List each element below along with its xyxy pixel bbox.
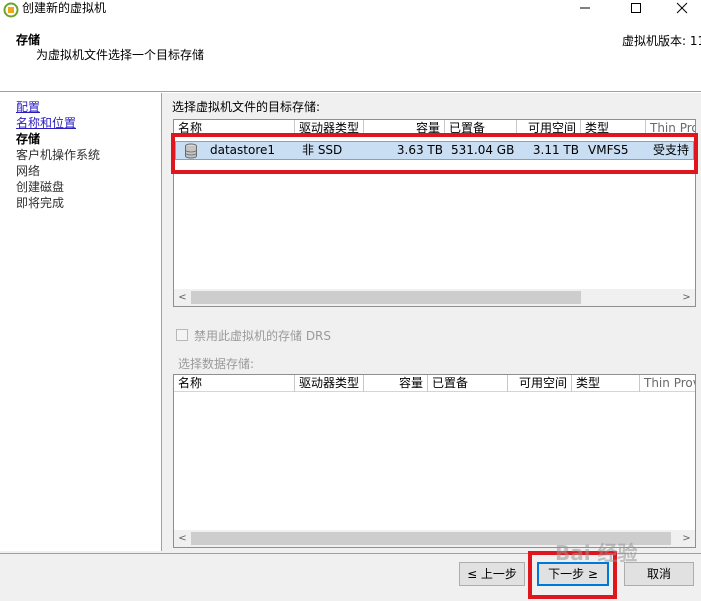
vsphere-app-icon — [3, 2, 19, 18]
selection-highlight-annotation — [171, 133, 698, 174]
select-datastore-label: 选择数据存储: — [178, 357, 255, 371]
close-button[interactable] — [659, 0, 701, 16]
nav-step-storage: 存储 — [16, 132, 41, 146]
page-subtitle: 为虚拟机文件选择一个目标存储 — [36, 48, 205, 62]
nav-step-config[interactable]: 配置 — [16, 99, 40, 115]
vm-version-label: 虚拟机版本: 11 — [622, 34, 701, 48]
nav-step-ready: 即将完成 — [16, 196, 65, 210]
col-header-provisioned[interactable]: 已置备 — [428, 375, 508, 392]
window-title: 创建新的虚拟机 — [22, 1, 107, 15]
col-header-name[interactable]: 名称 — [174, 375, 295, 392]
grid-header: 名称 驱动器类型 容量 已置备 可用空间 类型 Thin Provi — [174, 375, 695, 392]
back-button[interactable]: ≤ 上一步 — [459, 562, 525, 586]
datastore-select-grid[interactable]: 名称 驱动器类型 容量 已置备 可用空间 类型 Thin Provi < > — [173, 374, 696, 548]
wizard-header: 存储 为虚拟机文件选择一个目标存储 虚拟机版本: 11 — [0, 28, 701, 92]
scroll-left-arrow[interactable]: < — [174, 289, 191, 306]
title-bar: 创建新的虚拟机 — [0, 0, 701, 28]
nav-step-guest-os: 客户机操作系统 — [16, 148, 101, 162]
col-header-capacity[interactable]: 容量 — [364, 375, 428, 392]
col-header-free[interactable]: 可用空间 — [508, 375, 572, 392]
watermark: Bai 经验 — [555, 541, 638, 565]
disable-drs-option: 禁用此虚拟机的存储 DRS — [176, 327, 331, 343]
col-header-drive-type[interactable]: 驱动器类型 — [295, 375, 364, 392]
wizard-steps-nav: 配置 名称和位置 存储 客户机操作系统 网络 创建磁盘 即将完成 — [0, 93, 162, 551]
col-header-thin[interactable]: Thin Provi — [640, 375, 695, 392]
nav-step-network: 网络 — [16, 164, 41, 178]
maximize-button[interactable] — [613, 0, 659, 16]
horizontal-scrollbar[interactable]: < > — [174, 289, 695, 306]
drs-checkbox — [176, 329, 188, 341]
scroll-thumb[interactable] — [191, 291, 581, 304]
minimize-button[interactable] — [562, 0, 608, 16]
nav-step-create-disk: 创建磁盘 — [16, 180, 65, 194]
target-storage-label: 选择虚拟机文件的目标存储: — [172, 100, 321, 114]
nav-step-name-location[interactable]: 名称和位置 — [16, 115, 76, 131]
scroll-left-arrow[interactable]: < — [174, 530, 191, 547]
scroll-right-arrow[interactable]: > — [678, 530, 695, 547]
drs-label: 禁用此虚拟机的存储 DRS — [194, 328, 332, 343]
col-header-type[interactable]: 类型 — [572, 375, 640, 392]
scroll-right-arrow[interactable]: > — [678, 289, 695, 306]
